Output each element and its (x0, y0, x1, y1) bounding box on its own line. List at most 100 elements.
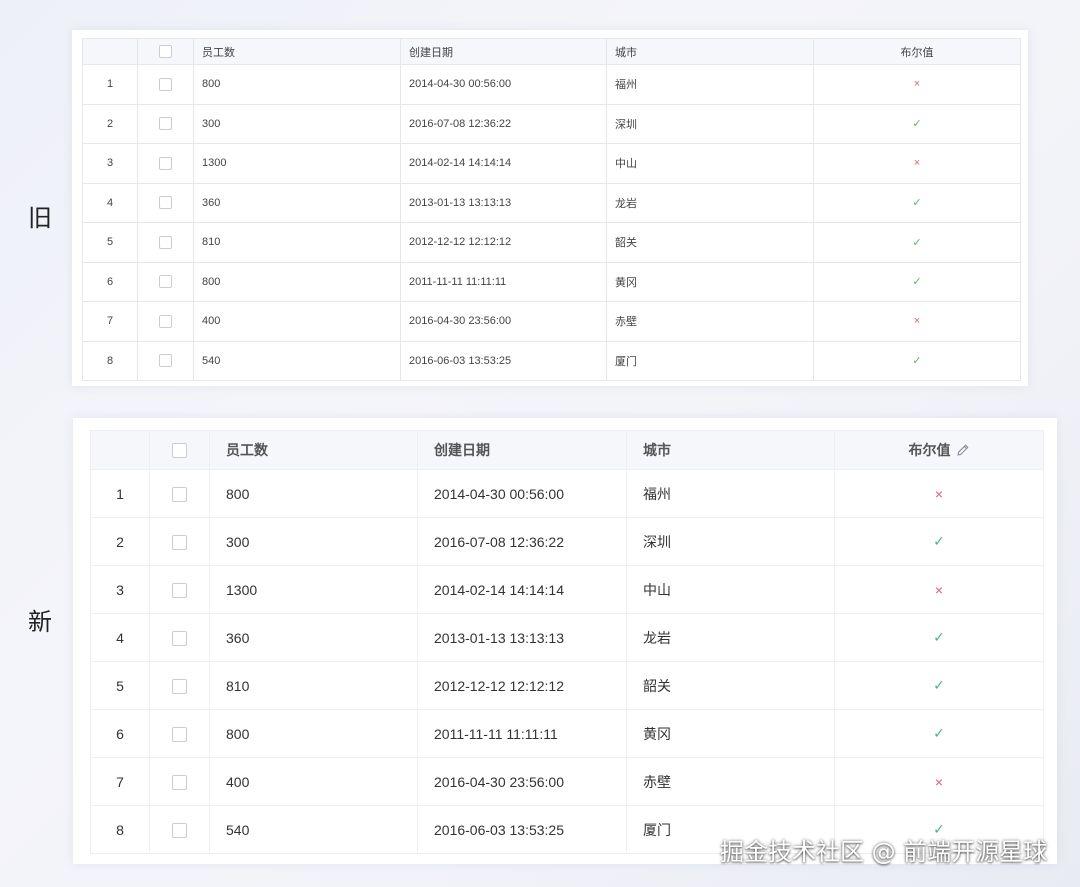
select-all-checkbox[interactable] (159, 45, 172, 58)
table-row[interactable]: 8 540 2016-06-03 13:53:25 厦门 ✓ (82, 340, 1021, 381)
employees-cell: 540 (193, 340, 401, 381)
row-checkbox[interactable] (172, 486, 187, 502)
row-select-cell (149, 661, 210, 710)
new-label: 新 (28, 608, 52, 636)
row-checkbox[interactable] (172, 534, 187, 550)
index-column-header (90, 430, 150, 470)
cross-icon: × (934, 773, 944, 790)
bool-column-header[interactable]: 布尔值 (834, 430, 1044, 470)
row-index-cell: 8 (82, 340, 138, 381)
row-select-cell (137, 143, 194, 184)
row-select-cell (149, 517, 210, 566)
row-checkbox[interactable] (159, 314, 172, 328)
table-row[interactable]: 2 300 2016-07-08 12:36:22 深圳 ✓ (82, 103, 1021, 144)
created-date-cell: 2011-11-11 11:11:11 (417, 709, 627, 758)
bool-cell: × (834, 565, 1044, 614)
table-row[interactable]: 1 800 2014-04-30 00:56:00 福州 × (90, 469, 1044, 518)
table-row[interactable]: 3 1300 2014-02-14 14:14:14 中山 × (82, 143, 1021, 184)
table-row[interactable]: 2 300 2016-07-08 12:36:22 深圳 ✓ (90, 517, 1044, 566)
pencil-icon[interactable] (956, 443, 970, 460)
table-row[interactable]: 7 400 2016-04-30 23:56:00 赤壁 × (90, 757, 1044, 806)
bool-cell: × (813, 64, 1021, 105)
cross-icon: × (913, 78, 921, 91)
check-icon: ✓ (933, 629, 945, 645)
row-select-cell (137, 182, 194, 223)
row-select-cell (137, 340, 194, 381)
created-column-header[interactable]: 创建日期 (417, 430, 627, 470)
row-checkbox[interactable] (172, 774, 187, 790)
bool-cell: × (813, 301, 1021, 342)
row-checkbox[interactable] (172, 822, 187, 838)
table-row[interactable]: 1 800 2014-04-30 00:56:00 福州 × (82, 64, 1021, 105)
cross-icon: × (913, 315, 921, 328)
row-select-cell (149, 565, 210, 614)
table-row[interactable]: 4 360 2013-01-13 13:13:13 龙岩 ✓ (82, 182, 1021, 223)
employees-cell: 300 (193, 103, 401, 144)
row-checkbox[interactable] (159, 117, 172, 131)
row-select-cell (149, 805, 210, 854)
row-checkbox[interactable] (172, 726, 187, 742)
row-checkbox[interactable] (159, 235, 172, 249)
row-checkbox[interactable] (172, 582, 187, 598)
bool-column-header[interactable]: 布尔值 (813, 38, 1021, 65)
employees-column-header[interactable]: 员工数 (193, 38, 401, 65)
select-all-checkbox[interactable] (172, 443, 187, 459)
table-row[interactable]: 4 360 2013-01-13 13:13:13 龙岩 ✓ (90, 613, 1044, 662)
city-cell: 黄冈 (606, 261, 814, 302)
table-row[interactable]: 5 810 2012-12-12 12:12:12 韶关 ✓ (90, 661, 1044, 710)
city-column-header[interactable]: 城市 (606, 38, 814, 65)
check-icon: ✓ (912, 276, 922, 289)
row-select-cell (137, 301, 194, 342)
created-date-cell: 2013-01-13 13:13:13 (417, 613, 627, 662)
row-index-cell: 6 (90, 709, 150, 758)
table-row[interactable]: 7 400 2016-04-30 23:56:00 赤壁 × (82, 301, 1021, 342)
created-column-header[interactable]: 创建日期 (400, 38, 607, 65)
new-table-body: 1 800 2014-04-30 00:56:00 福州 × 2 300 2016-07-08… (90, 469, 1044, 854)
employees-cell: 810 (193, 222, 401, 263)
row-checkbox[interactable] (159, 275, 172, 289)
city-cell: 黄冈 (626, 709, 835, 758)
check-icon: ✓ (912, 197, 922, 210)
table-row[interactable]: 6 800 2011-11-11 11:11:11 黄冈 ✓ (82, 261, 1021, 302)
row-checkbox[interactable] (159, 156, 172, 170)
city-cell: 韶关 (626, 661, 835, 710)
employees-cell: 800 (209, 469, 418, 518)
check-icon: ✓ (933, 533, 945, 549)
row-index-cell: 3 (82, 143, 138, 184)
check-icon: ✓ (912, 118, 922, 131)
row-checkbox[interactable] (172, 678, 187, 694)
cross-icon: × (934, 485, 944, 502)
city-cell: 厦门 (606, 340, 814, 381)
row-select-cell (149, 469, 210, 518)
row-index-cell: 4 (90, 613, 150, 662)
row-select-cell (137, 64, 194, 105)
row-checkbox[interactable] (159, 77, 172, 91)
city-cell: 福州 (626, 469, 835, 518)
employees-cell: 360 (209, 613, 418, 662)
check-icon: ✓ (933, 725, 945, 741)
cross-icon: × (913, 157, 921, 170)
table-row[interactable]: 5 810 2012-12-12 12:12:12 韶关 ✓ (82, 222, 1021, 263)
table-row[interactable]: 6 800 2011-11-11 11:11:11 黄冈 ✓ (90, 709, 1044, 758)
old-label: 旧 (28, 204, 52, 232)
bool-cell: ✓ (813, 222, 1021, 263)
city-cell: 中山 (626, 565, 835, 614)
created-date-cell: 2014-04-30 00:56:00 (417, 469, 627, 518)
bool-cell: × (813, 143, 1021, 184)
bool-cell: ✓ (813, 103, 1021, 144)
employees-column-header[interactable]: 员工数 (209, 430, 418, 470)
row-checkbox[interactable] (159, 196, 172, 210)
index-column-header (82, 38, 138, 65)
city-cell: 中山 (606, 143, 814, 184)
employees-cell: 1300 (193, 143, 401, 184)
city-column-header[interactable]: 城市 (626, 430, 835, 470)
table-header-row: 员工数 创建日期 城市 布尔值 (82, 38, 1021, 65)
employees-cell: 800 (193, 261, 401, 302)
row-index-cell: 1 (90, 469, 150, 518)
bool-cell: ✓ (834, 661, 1044, 710)
row-checkbox[interactable] (172, 630, 187, 646)
row-checkbox[interactable] (159, 354, 172, 368)
created-date-cell: 2016-06-03 13:53:25 (417, 805, 627, 854)
check-icon: ✓ (933, 677, 945, 693)
table-row[interactable]: 3 1300 2014-02-14 14:14:14 中山 × (90, 565, 1044, 614)
